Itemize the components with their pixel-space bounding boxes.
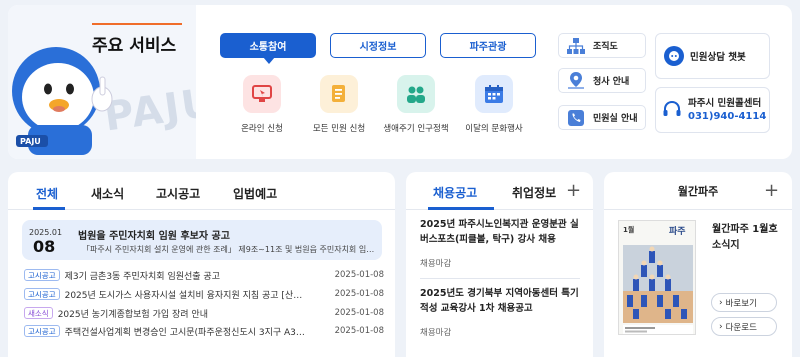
chatbot-button[interactable]: 민원상담 챗봇 — [655, 33, 770, 79]
news-date: 2025-01-08 — [334, 270, 384, 280]
featured-news[interactable]: 2025.01 08 법원을 주민자치회 임원 후보자 공고 「파주시 주민자치… — [22, 220, 382, 260]
tab-news[interactable]: 새소식 — [91, 185, 124, 202]
headset-icon — [663, 100, 681, 116]
svg-text:PAJU: PAJU — [20, 137, 41, 146]
tab-city-info[interactable]: 시정정보 — [330, 33, 426, 58]
tab-legislation[interactable]: 입법예고 — [233, 185, 277, 202]
building-info-label: 청사 안내 — [593, 77, 630, 87]
magazine-card: 월간파주 + 1월 파주 월간파주 1월호 소식지 › 바로보기 › 다운로드 — [604, 172, 792, 357]
featured-title: 법원을 주민자치회 임원 후보자 공고 — [78, 231, 230, 242]
news-row[interactable]: 새소식 2025년 농기계종합보험 가입 장려 안내 2025-01-08 — [24, 306, 384, 320]
tab-recruitment[interactable]: 채용공고 — [433, 184, 477, 201]
job-status: 채용마감 — [420, 259, 452, 269]
org-chart-label: 조직도 — [593, 42, 618, 52]
job-title: 2025년 파주시노인복지관 운영분관 실버스포츠(피클볼, 탁구) 강사 채용 — [420, 219, 579, 245]
callcenter-label: 파주시 민원콜센터 — [688, 98, 762, 109]
view-label: 바로보기 — [725, 298, 757, 309]
news-title: 2025년 도시가스 사용자시설 설치비 융자지원 지침 공고 [산업에너지과] — [64, 290, 310, 301]
more-icon[interactable]: + — [566, 180, 581, 201]
active-tab-indicator — [33, 207, 65, 210]
download-label: 다운로드 — [725, 322, 757, 333]
civil-office-link[interactable]: 민원실 안내 — [558, 105, 646, 130]
active-tab-indicator — [428, 207, 494, 210]
news-date: 2025-01-08 — [334, 326, 384, 336]
calendar-icon — [475, 75, 513, 113]
news-row[interactable]: 고시공고 제3기 금촌3동 주민자치회 임원선출 공고 2025-01-08 — [24, 268, 384, 282]
chatbot-label: 민원상담 챗봇 — [690, 52, 746, 63]
jobs-tabs: 채용공고 취업정보 + — [406, 172, 593, 210]
service-population-policy[interactable]: 생애주기 인구정책 — [371, 75, 461, 134]
service-culture-events[interactable]: 이달의 문화행사 — [449, 75, 539, 134]
chevron-right-icon: › — [719, 321, 723, 332]
cover-month: 1월 — [623, 225, 634, 234]
job-item[interactable]: 2025년 파주시노인복지관 운영분관 실버스포츠(피클볼, 탁구) 강사 채용… — [420, 217, 580, 269]
news-title: 2025년 농기계종합보험 가입 장려 안내 — [57, 309, 208, 320]
civil-office-label: 민원실 안내 — [593, 114, 638, 124]
category-badge: 고시공고 — [24, 288, 60, 300]
online-application-icon — [243, 75, 281, 113]
title-accent-line — [92, 23, 182, 25]
job-item[interactable]: 2025년도 경기북부 지역아동센터 특기적성 교육강사 1차 채용공고 채용마… — [420, 286, 580, 338]
building-info-link[interactable]: 청사 안내 — [558, 68, 646, 93]
more-icon[interactable]: + — [764, 180, 779, 201]
chatbot-icon — [664, 46, 684, 66]
cover-name: 파주 — [669, 225, 686, 237]
divider — [420, 278, 580, 279]
magazine-header: 월간파주 + — [604, 172, 792, 210]
job-status: 채용마감 — [420, 328, 452, 338]
tab-notices[interactable]: 고시공고 — [156, 185, 200, 202]
chevron-right-icon: › — [719, 297, 723, 308]
featured-month: 2025.01 — [29, 228, 63, 237]
download-button[interactable]: › 다운로드 — [711, 317, 777, 336]
org-chart-icon — [567, 37, 585, 55]
news-tabs: 전체 새소식 고시공고 입법예고 — [8, 172, 395, 210]
news-date: 2025-01-08 — [334, 308, 384, 318]
category-badge: 고시공고 — [24, 269, 60, 281]
view-button[interactable]: › 바로보기 — [711, 293, 777, 312]
job-title: 2025년도 경기북부 지역아동센터 특기적성 교육강사 1차 채용공고 — [420, 288, 579, 314]
map-pin-icon — [567, 71, 585, 90]
tab-job-info[interactable]: 취업정보 — [512, 184, 556, 201]
org-chart-link[interactable]: 조직도 — [558, 33, 646, 58]
category-badge: 고시공고 — [24, 325, 60, 337]
main-services-panel: PAJU 주요 서비스 PAJU 소통참여 시정정보 파주관광 온라인 신청 모… — [8, 5, 792, 159]
tab-tourism[interactable]: 파주관광 — [440, 33, 536, 58]
callcenter-phone: 031)940-4114 — [688, 111, 767, 122]
service-label: 이달의 문화행사 — [465, 124, 523, 134]
civil-complaint-icon — [320, 75, 358, 113]
service-label: 생애주기 인구정책 — [383, 124, 449, 134]
featured-day: 08 — [33, 237, 56, 256]
mascot-illustration: PAJU — [12, 47, 113, 155]
news-title: 제3기 금촌3동 주민자치회 임원선출 공고 — [64, 271, 220, 282]
category-badge: 새소식 — [24, 307, 53, 319]
tab-communication[interactable]: 소통참여 — [220, 33, 316, 64]
news-row[interactable]: 고시공고 주택건설사업계획 변경승인 고시문(파주운정신도시 3지구 A35블록… — [24, 324, 384, 338]
tab-all[interactable]: 전체 — [36, 185, 58, 202]
news-row[interactable]: 고시공고 2025년 도시가스 사용자시설 설치비 융자지원 지침 공고 [산업… — [24, 287, 384, 301]
magazine-cover-image[interactable]: 1월 파주 — [618, 220, 696, 335]
news-date: 2025-01-08 — [334, 289, 384, 299]
jobs-card: 채용공고 취업정보 + 2025년 파주시노인복지관 운영분관 실버스포츠(피클… — [406, 172, 593, 357]
news-card: 전체 새소식 고시공고 입법예고 2025.01 08 법원을 주민자치회 임원… — [8, 172, 395, 357]
callcenter-box[interactable]: 파주시 민원콜센터 031)940-4114 — [655, 87, 770, 133]
featured-description: 「파주시 주민자치회 설치 운영에 관한 조례」 제9조~11조 및 법원읍 주… — [82, 245, 377, 254]
magazine-issue: 월간파주 1월호 소식지 — [712, 224, 778, 251]
mascot-area: PAJU 주요 서비스 PAJU — [8, 5, 196, 159]
news-title: 주택건설사업계획 변경승인 고시문(파주운정신도시 3지구 A35블록) — [64, 327, 310, 338]
family-icon — [397, 75, 435, 113]
phone-icon — [567, 109, 585, 127]
